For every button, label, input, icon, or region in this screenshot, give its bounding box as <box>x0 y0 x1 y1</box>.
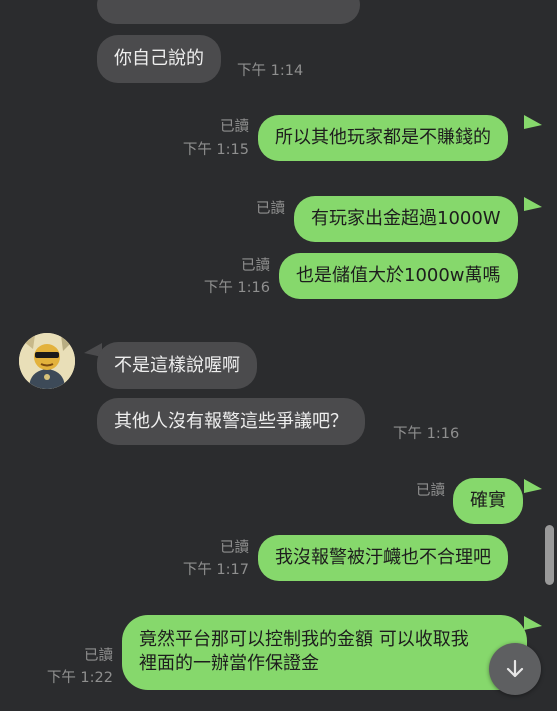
message-time: 下午 1:16 <box>203 280 270 296</box>
bubble-tail <box>524 197 542 211</box>
message-text-line: 裡面的一辦當作保證金 <box>139 653 319 674</box>
chat-history[interactable]: 你自己說的 下午 1:14 已讀 下午 1:15 所以其他玩家都是不賺錢的 已讀… <box>0 0 557 711</box>
read-receipt: 已讀 <box>241 258 270 274</box>
message-text: 不是這樣說喔啊 <box>114 354 240 376</box>
read-receipt: 已讀 <box>220 119 249 135</box>
message-text: 也是儲值大於1000w萬嗎 <box>296 265 501 286</box>
message-bubble-outgoing: 也是儲值大於1000w萬嗎 <box>279 253 518 299</box>
message-bubble-outgoing: 有玩家出金超過1000W <box>294 196 518 242</box>
bubble-tail <box>524 115 542 129</box>
message-text: 我沒報警被汙衊也不合理吧 <box>275 547 491 568</box>
read-receipt: 已讀 <box>256 201 285 217</box>
bubble-tail <box>524 616 542 630</box>
bubble-tail <box>524 479 542 493</box>
message-text: 所以其他玩家都是不賺錢的 <box>275 127 491 148</box>
message-bubble-outgoing: 我沒報警被汙衊也不合理吧 <box>258 535 508 581</box>
message-bubble-incoming: 其他人沒有報警這些爭議吧？ <box>97 398 365 445</box>
read-receipt: 已讀 <box>84 648 113 664</box>
message-time: 下午 1:15 <box>182 142 249 158</box>
avatar-illustration <box>19 333 75 389</box>
message-bubble-outgoing: 確實 <box>453 478 523 524</box>
arrow-down-icon <box>506 659 524 678</box>
scrollbar-thumb[interactable] <box>545 525 554 585</box>
message-bubble-incoming: 不是這樣說喔啊 <box>97 342 257 389</box>
message-text: 其他人沒有報警這些爭議吧？ <box>114 410 348 432</box>
read-receipt: 已讀 <box>220 540 249 556</box>
message-bubble-partial <box>97 0 360 24</box>
scroll-to-bottom-button[interactable] <box>489 643 541 695</box>
contact-avatar-icon[interactable] <box>19 333 75 389</box>
message-bubble-outgoing: 竟然平台那可以控制我的金額 可以收取我 裡面的一辦當作保證金 <box>122 615 527 690</box>
message-text: 你自己說的 <box>114 48 204 69</box>
message-text-line: 竟然平台那可以控制我的金額 可以收取我 <box>139 629 469 650</box>
message-time: 下午 1:14 <box>237 63 304 79</box>
message-bubble-incoming: 你自己說的 <box>97 35 221 83</box>
message-time: 下午 1:17 <box>182 562 249 578</box>
read-receipt: 已讀 <box>416 483 445 499</box>
message-bubble-outgoing: 所以其他玩家都是不賺錢的 <box>258 115 508 161</box>
message-time: 下午 1:16 <box>393 426 460 442</box>
message-text: 有玩家出金超過1000W <box>311 208 501 229</box>
message-time: 下午 1:22 <box>46 670 113 686</box>
message-text: 確實 <box>470 490 506 511</box>
